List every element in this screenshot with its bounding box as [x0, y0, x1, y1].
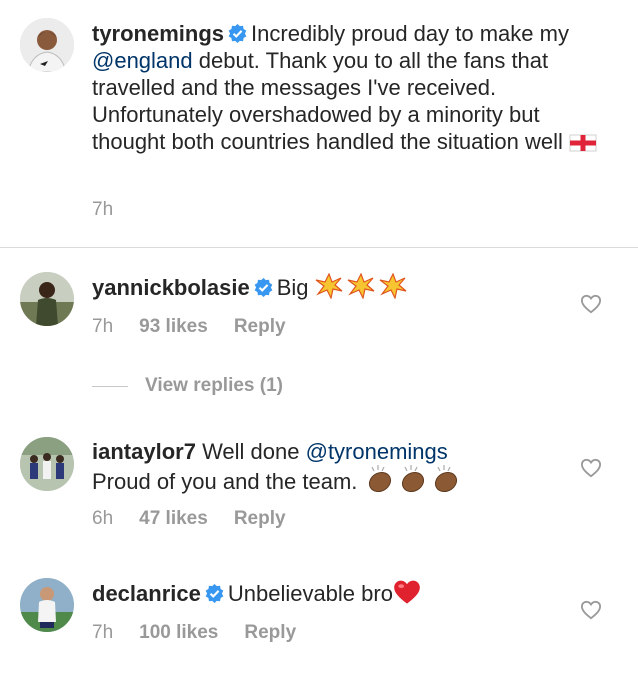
comment-3-meta: 7h 100 likes Reply: [92, 622, 322, 644]
caption-mention-england[interactable]: @england: [92, 48, 193, 73]
comment-1-text: Big: [276, 275, 309, 300]
view-replies-button[interactable]: View replies (1): [145, 375, 283, 397]
comment-1: yannickbolasie Big: [92, 273, 411, 301]
caption-username[interactable]: tyronemings: [92, 21, 224, 46]
caption-time[interactable]: 7h: [92, 199, 113, 220]
comment-2-text-part1: Well done: [202, 439, 306, 464]
view-replies-line: [92, 386, 128, 387]
comment-1-likes[interactable]: 93 likes: [139, 316, 208, 337]
caption-divider: [0, 247, 638, 248]
comment-2-reply-button[interactable]: Reply: [234, 508, 286, 529]
comment-1-reply-button[interactable]: Reply: [234, 316, 286, 337]
avatar-yannickbolasie[interactable]: [20, 272, 74, 326]
england-flag-emoji: [569, 134, 597, 152]
comment-3-reply-button[interactable]: Reply: [244, 622, 296, 643]
comment-2-username[interactable]: iantaylor7: [92, 439, 196, 464]
heart-outline-icon[interactable]: [580, 294, 602, 314]
verified-badge-icon: [254, 278, 273, 297]
heart-outline-icon[interactable]: [580, 600, 602, 620]
verified-badge-icon: [228, 24, 247, 43]
verified-badge-icon: [205, 584, 224, 603]
comment-3-likes[interactable]: 100 likes: [139, 622, 218, 643]
comment-3-time[interactable]: 7h: [92, 622, 113, 643]
avatar-image: [20, 272, 74, 326]
clapping-hands-emoji: [368, 465, 457, 493]
avatar-image: [20, 437, 74, 491]
comment-1-time[interactable]: 7h: [92, 316, 113, 337]
avatar-image: [20, 578, 74, 632]
avatar-image: [20, 18, 74, 72]
comment-3-text: Unbelievable bro: [227, 581, 393, 606]
comment-3-username[interactable]: declanrice: [92, 581, 201, 606]
comment-1-meta: 7h 93 likes Reply: [92, 316, 312, 338]
comment-2-time[interactable]: 6h: [92, 508, 113, 529]
caption-text-part1: Incredibly proud day to make my: [251, 21, 569, 46]
caption: tyronemings Incredibly proud day to make …: [92, 20, 617, 155]
comment-2-likes[interactable]: 47 likes: [139, 508, 208, 529]
avatar-tyronemings[interactable]: [20, 18, 74, 72]
comment-2-meta: 6h 47 likes Reply: [92, 508, 312, 530]
comment-2-text-line2: Proud of you and the team.: [92, 469, 358, 494]
collision-emoji: [315, 273, 407, 299]
red-heart-emoji: [394, 580, 420, 604]
caption-meta: 7h: [92, 199, 139, 221]
avatar-declanrice[interactable]: [20, 578, 74, 632]
heart-outline-icon[interactable]: [580, 458, 602, 478]
comment-1-username[interactable]: yannickbolasie: [92, 275, 250, 300]
comment-3: declanrice Unbelievable bro: [92, 579, 421, 607]
comment-2: iantaylor7 Well done @tyronemings Proud …: [92, 438, 464, 495]
comment-2-mention-tyronemings[interactable]: @tyronemings: [306, 439, 448, 464]
avatar-iantaylor7[interactable]: [20, 437, 74, 491]
